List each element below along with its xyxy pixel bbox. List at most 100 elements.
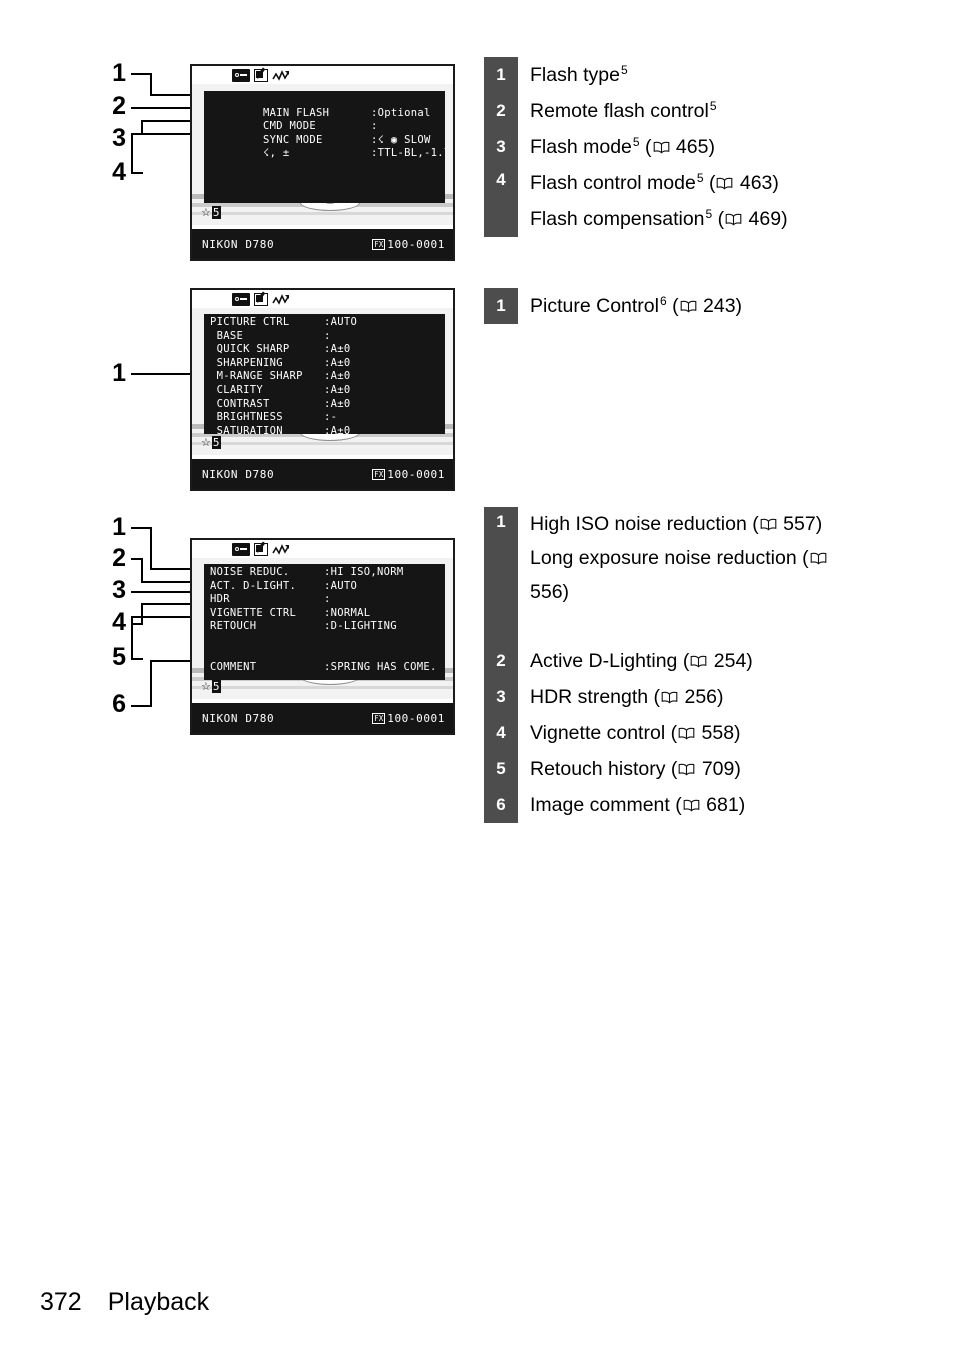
camera-screen-frame: ☆ 5 PICTURE CTRL:AUTO BASE: QUICK SHARP:A…: [190, 288, 455, 491]
camera-screen-frame: ☆ 5 NOISE REDUC.:HI ISO,NORM ACT. D-LIGHT…: [190, 538, 455, 735]
legend-badge: 2: [484, 93, 518, 129]
leader-line-6: [131, 705, 152, 707]
callout-number-2: 2: [112, 544, 126, 572]
page-number: 372: [40, 1288, 82, 1316]
page-ref: ( 465): [645, 136, 715, 158]
info-row: BRIGHTNESS:-: [210, 411, 338, 424]
leader-line-3-vert: [141, 120, 143, 134]
legend-badge: 5: [484, 751, 518, 787]
legend-label-text: Image comment: [530, 794, 670, 816]
leader-line-6-vert: [150, 660, 152, 706]
camera-screen-frame: ☆ 5 MAIN FLASH:Optional CMD MODE: SYNC MO…: [190, 64, 455, 261]
book-reference-icon: [716, 177, 733, 190]
legend-label: Vignette control ( 558): [530, 715, 741, 751]
legend-row: 3 HDR strength ( 256): [484, 679, 914, 715]
status-icon-bar: [192, 540, 453, 558]
callout-number-4: 4: [112, 158, 126, 186]
legend-footnote-marker: 6: [659, 293, 667, 308]
retouch-icon: [254, 68, 268, 82]
camera-model-bar: NIKON D780 FX 100-0001: [192, 703, 453, 733]
chapter-title: Playback: [107, 1288, 210, 1316]
leader-line-1-vert: [150, 73, 152, 95]
legend-label: Retouch history ( 709): [530, 751, 741, 787]
leader-line-1-vert: [150, 527, 152, 569]
page-ref-number: 463: [739, 172, 773, 194]
fx-format-badge: FX: [372, 468, 386, 480]
legend-row: 6 Image comment ( 681): [484, 787, 914, 823]
book-reference-icon: [690, 655, 707, 668]
legend-row: 2 Remote flash control5: [484, 93, 904, 129]
legend-label-text: Flash mode: [530, 136, 632, 158]
protect-key-icon: [232, 292, 250, 306]
rating-indicator: ☆ 5: [201, 206, 221, 219]
book-reference-icon: [760, 518, 777, 531]
callout-number-6: 6: [112, 690, 126, 718]
callout-number-3: 3: [112, 576, 126, 604]
info-row: VIGNETTE CTRL:NORMAL: [210, 606, 371, 619]
legend-label-text: HDR strength: [530, 686, 649, 708]
legend-label-text: Flash compensation: [530, 208, 705, 230]
legend-footnote-marker: 5: [696, 170, 704, 185]
fx-format-badge: FX: [372, 238, 386, 250]
legend-label-line: Long exposure noise reduction ( 556): [530, 541, 830, 609]
legend-row: 1 Flash type5: [484, 57, 904, 93]
callout-number-5: 5: [112, 643, 126, 671]
callout-number-4: 4: [112, 608, 126, 636]
leader-line-4-vert: [131, 133, 133, 172]
file-number-label: 100-0001: [387, 711, 445, 725]
page-ref: ( 558): [670, 722, 741, 744]
legend-footnote-marker: 5: [705, 206, 713, 221]
book-reference-icon: [680, 300, 697, 313]
retouch-icon: [254, 542, 268, 556]
legend-badge: 3: [484, 129, 518, 165]
legend-badge: 2: [484, 643, 518, 679]
leader-line-1: [131, 73, 152, 75]
info-row: RETOUCH:D-LIGHTING: [210, 620, 397, 633]
file-number: FX 100-0001: [372, 712, 445, 725]
legend-footnote-marker: 5: [620, 62, 628, 77]
book-reference-icon: [683, 799, 700, 812]
file-number-label: 100-0001: [387, 237, 445, 251]
legend-label-line: High ISO noise reduction ( 557): [530, 507, 830, 541]
legend-label-text: Retouch history: [530, 758, 666, 780]
info-row-spacer: [210, 648, 445, 662]
book-reference-icon: [678, 763, 695, 776]
noise-reduction-panel: NOISE REDUC.:HI ISO,NORM ACT. D-LIGHT.:A…: [204, 564, 445, 680]
legend-label: Flash control mode5 ( 463) Flash compens…: [530, 165, 788, 237]
status-icon-bar: [192, 66, 453, 84]
info-row: SATURATION:A±0: [210, 424, 351, 434]
legend-label-text: High ISO noise reduction: [530, 513, 747, 535]
legend-noise-reduction: 1 High ISO noise reduction ( 557) Long e…: [484, 507, 914, 823]
legend-label: Remote flash control5: [530, 93, 717, 129]
leader-line-2-vert: [141, 558, 143, 582]
legend-picture-control: 1 Picture Control6 ( 243): [484, 288, 904, 324]
book-reference-icon: [725, 213, 742, 226]
book-reference-icon: [661, 691, 678, 704]
legend-label-line: Flash compensation5 ( 469): [530, 201, 788, 237]
legend-row: 1 High ISO noise reduction ( 557) Long e…: [484, 507, 914, 643]
page-ref-number: 558: [701, 722, 735, 744]
info-row: HDR:: [210, 593, 331, 606]
legend-row: 3 Flash mode5 ( 465): [484, 129, 904, 165]
legend-label: High ISO noise reduction ( 557) Long exp…: [530, 507, 830, 643]
leader-line-5: [131, 658, 143, 660]
legend-label-text: Long exposure noise reduction: [530, 547, 797, 569]
info-row: BASE:: [210, 329, 331, 342]
page-ref: ( 256): [653, 686, 724, 708]
legend-badge: 6: [484, 787, 518, 823]
retouch-icon: [254, 292, 268, 306]
page-ref-number: 681: [706, 794, 739, 816]
legend-label: Active D-Lighting ( 254): [530, 643, 753, 679]
legend-badge: 4: [484, 165, 518, 237]
camera-model-bar: NIKON D780 FX 100-0001: [192, 229, 453, 259]
legend-row: 4 Flash control mode5 ( 463) Flash compe…: [484, 165, 904, 237]
page-ref: ( 557): [752, 513, 823, 535]
legend-row: 4 Vignette control ( 558): [484, 715, 914, 751]
file-number: FX 100-0001: [372, 468, 445, 481]
page-ref: ( 254): [682, 650, 753, 672]
info-row: QUICK SHARP:A±0: [210, 343, 351, 356]
camera-model-label: NIKON D780: [202, 467, 275, 481]
legend-label-text: Flash control mode: [530, 172, 696, 194]
info-row: CONTRAST:A±0: [210, 397, 351, 410]
legend-label-line: Flash control mode5 ( 463): [530, 165, 788, 201]
